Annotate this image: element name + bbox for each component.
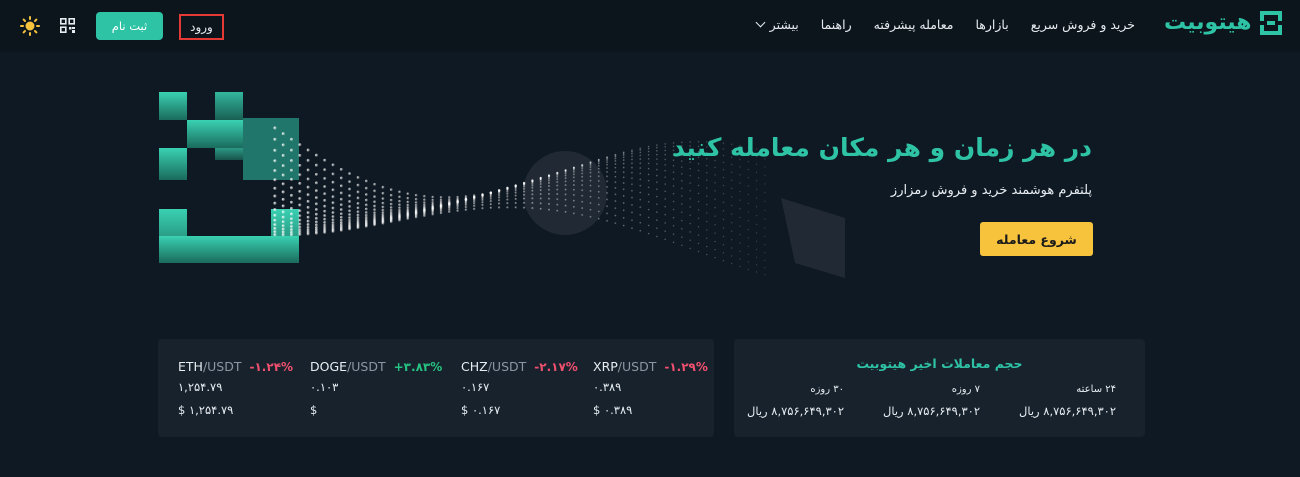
- bitcoin-icon: [523, 151, 607, 235]
- hero-illustration: [159, 92, 845, 278]
- hitobit-logo-icon: [1259, 10, 1282, 35]
- nav-item-guide[interactable]: راهنما: [821, 17, 852, 32]
- volume-24h: ۲۴ ساعته ۸,۷۵۶,۶۴۹,۳۰۲ ریال: [996, 384, 1116, 418]
- start-trading-button[interactable]: شروع معامله: [980, 222, 1093, 256]
- signup-button[interactable]: ثبت نام: [96, 12, 163, 40]
- main-nav: خرید و فروش سریع بازارها معامله پیشرفته …: [755, 17, 1135, 32]
- nav-item-label: بازارها: [975, 17, 1009, 32]
- ticker-quote: /USDT: [487, 359, 527, 374]
- ticker-price: ۰.۳۸۹: [593, 380, 622, 394]
- logo[interactable]: هیتوبیت: [1164, 10, 1282, 35]
- nav-item-markets[interactable]: بازارها: [975, 17, 1008, 32]
- qr-code-icon[interactable]: [60, 18, 75, 33]
- volume-value: ۸,۷۵۶,۶۴۹,۳۰۲ ریال: [746, 404, 844, 418]
- nav-item-label: بیشتر: [769, 17, 799, 32]
- login-button[interactable]: ورود: [179, 14, 224, 40]
- volume-value: ۸,۷۵۶,۶۴۹,۳۰۲ ریال: [882, 404, 980, 418]
- volume-title: حجم معاملات اخیر هیتوبیت: [856, 356, 1023, 371]
- nav-item-advanced-trade[interactable]: معامله پیشرفته: [874, 17, 954, 32]
- volume-label: ۷ روزه: [951, 384, 980, 395]
- ticker-quote: /USDT: [347, 359, 386, 374]
- nav-item-more[interactable]: بیشتر: [755, 17, 799, 32]
- chevron-down-icon: [755, 17, 766, 28]
- sun-icon[interactable]: [20, 16, 40, 36]
- ticker-usd: $ ۰.۳۸۹: [593, 403, 633, 417]
- volume-label: ۳۰ روزه: [810, 384, 844, 395]
- hero-subtitle: پلتفرم هوشمند خرید و فروش رمزارز: [890, 183, 1092, 198]
- ticker-base: CHZ: [461, 359, 488, 374]
- ticker-quote: /USDT: [202, 359, 242, 374]
- ticker-base: XRP: [593, 359, 618, 374]
- ticker-price: ۰.۱۶۷: [461, 380, 490, 394]
- ticker-change: -۲.۱۷%: [534, 360, 578, 374]
- nav-item-quick-trade[interactable]: خرید و فروش سریع: [1031, 17, 1135, 32]
- market-ticker-card: XRP/USDT -۱.۲۹% ۰.۳۸۹ $ ۰.۳۸۹ CHZ/USDT -…: [158, 339, 714, 437]
- ticker-change: +۳.۸۳%: [393, 360, 443, 374]
- ticker-doge[interactable]: DOGE/USDT +۳.۸۳% ۰.۱۰۳ $: [310, 359, 442, 417]
- ticker-eth[interactable]: ETH/USDT -۱.۲۴% ۱,۲۵۴.۷۹ $ ۱,۲۵۴.۷۹: [178, 359, 293, 417]
- top-header: هیتوبیت خرید و فروش سریع بازارها معامله …: [0, 0, 1300, 52]
- ticker-usd: $ ۱,۲۵۴.۷۹: [178, 403, 234, 417]
- ticker-usd: $: [310, 403, 318, 417]
- ticker-base: DOGE: [310, 359, 348, 374]
- logo-text: هیتوبیت: [1164, 10, 1252, 35]
- nav-item-label: راهنما: [820, 17, 852, 32]
- ethereum-icon: [781, 198, 845, 278]
- ticker-base: ETH: [178, 359, 203, 374]
- volume-value: ۸,۷۵۶,۶۴۹,۳۰۲ ریال: [1018, 404, 1116, 418]
- ticker-usd: $ ۰.۱۶۷: [461, 403, 501, 417]
- ticker-price: ۱,۲۵۴.۷۹: [178, 380, 223, 394]
- volume-7d: ۷ روزه ۸,۷۵۶,۶۴۹,۳۰۲ ریال: [860, 384, 980, 418]
- ticker-price: ۰.۱۰۳: [310, 380, 339, 394]
- ticker-change: -۱.۲۹%: [664, 360, 708, 374]
- volume-30d: ۳۰ روزه ۸,۷۵۶,۶۴۹,۳۰۲ ریال: [724, 384, 844, 418]
- ticker-xrp[interactable]: XRP/USDT -۱.۲۹% ۰.۳۸۹ $ ۰.۳۸۹: [593, 359, 708, 417]
- nav-item-label: خرید و فروش سریع: [1030, 17, 1135, 32]
- hero-title: در هر زمان و هر مکان معامله کنید: [671, 133, 1092, 162]
- trading-volume-card: حجم معاملات اخیر هیتوبیت ۲۴ ساعته ۸,۷۵۶,…: [734, 339, 1145, 437]
- ticker-change: -۱.۲۴%: [249, 360, 294, 374]
- volume-label: ۲۴ ساعته: [1076, 384, 1116, 395]
- nav-item-label: معامله پیشرفته: [873, 17, 954, 32]
- ticker-quote: /USDT: [617, 359, 657, 374]
- ticker-chz[interactable]: CHZ/USDT -۲.۱۷% ۰.۱۶۷ $ ۰.۱۶۷: [461, 359, 578, 417]
